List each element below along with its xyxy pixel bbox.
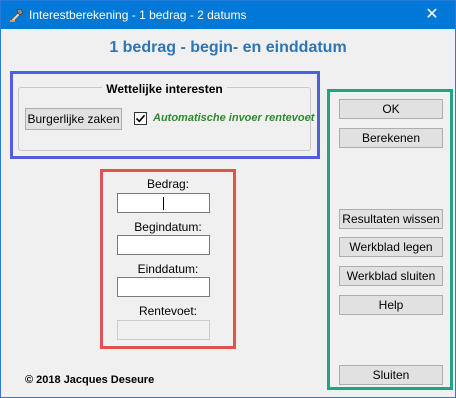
help-button[interactable]: Help xyxy=(339,295,443,315)
rentevoet-label: Rentevoet: xyxy=(138,304,198,318)
einddatum-label: Einddatum: xyxy=(137,262,199,276)
text-caret xyxy=(163,197,164,210)
dialog-heading: 1 bedrag - begin- en einddatum xyxy=(109,39,347,56)
werkblad-legen-button[interactable]: Werkblad legen xyxy=(339,237,443,257)
einddatum-input[interactable] xyxy=(117,277,210,297)
dialog-client: 1 bedrag - begin- en einddatum Wettelijk… xyxy=(1,29,455,397)
window-title: Interestberekening - 1 bedrag - 2 datums xyxy=(29,8,247,22)
app-window: Interestberekening - 1 bedrag - 2 datums… xyxy=(0,0,456,398)
ok-button[interactable]: OK xyxy=(339,99,443,119)
checkmark-icon xyxy=(135,114,146,123)
burgerlijke-zaken-button[interactable]: Burgerlijke zaken xyxy=(25,108,122,130)
group-title: Wettelijke interesten xyxy=(18,82,311,96)
bedrag-input[interactable] xyxy=(117,193,210,213)
sluiten-button[interactable]: Sluiten xyxy=(339,365,443,385)
copyright-text: © 2018 Jacques Deseure xyxy=(25,374,155,386)
close-icon[interactable]: ✕ xyxy=(409,1,455,29)
rentevoet-input-disabled xyxy=(117,320,210,340)
werkblad-sluiten-button[interactable]: Werkblad sluiten xyxy=(339,266,443,286)
app-icon xyxy=(9,7,25,23)
checkbox-label[interactable]: Automatische invoer rentevoet xyxy=(153,112,314,124)
resultaten-wissen-button[interactable]: Resultaten wissen xyxy=(339,209,443,229)
begindatum-input[interactable] xyxy=(117,235,210,255)
title-bar[interactable]: Interestberekening - 1 bedrag - 2 datums… xyxy=(1,1,455,29)
bedrag-label: Bedrag: xyxy=(146,177,190,191)
automatische-rentevoet-checkbox[interactable] xyxy=(134,112,147,125)
berekenen-button[interactable]: Berekenen xyxy=(339,128,443,148)
group-title-text: Wettelijke interesten xyxy=(102,82,227,96)
begindatum-label: Begindatum: xyxy=(134,220,202,234)
